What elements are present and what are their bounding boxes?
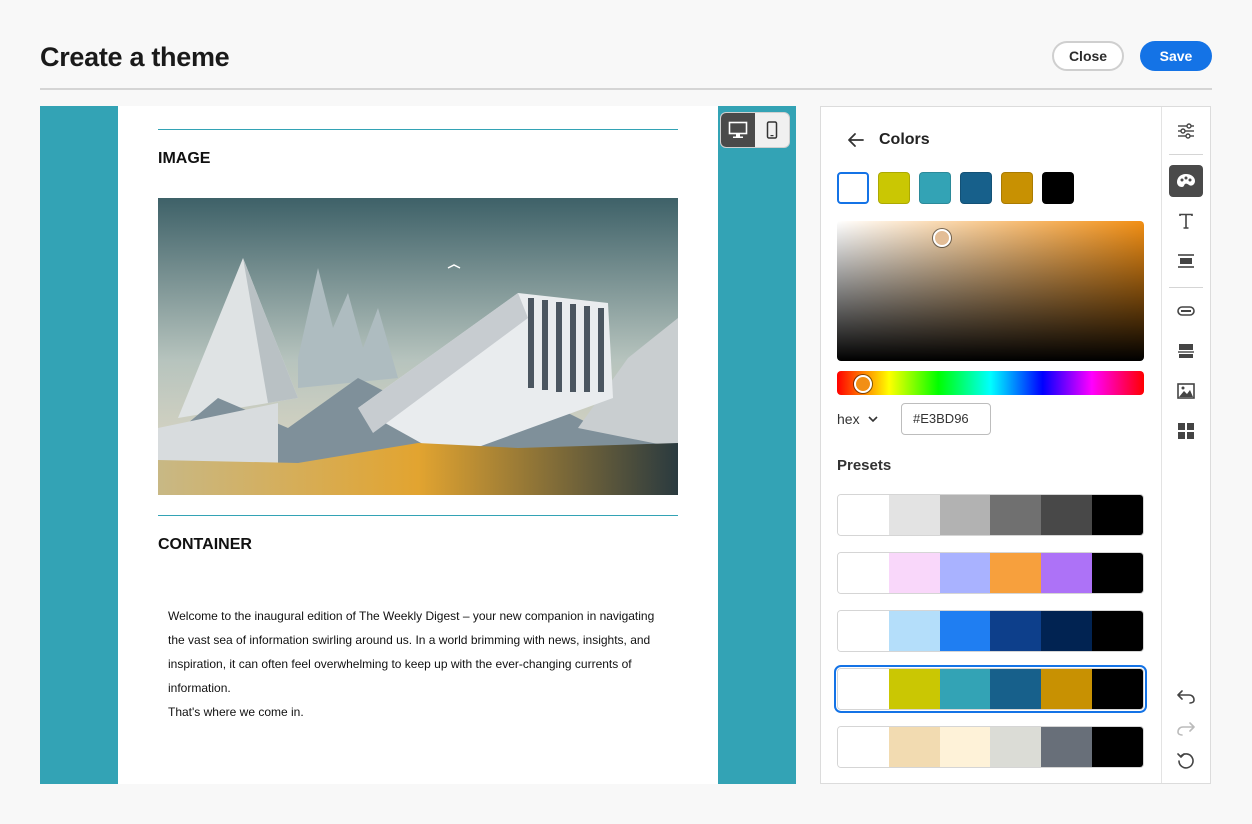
editor-toolbar [1161, 107, 1210, 783]
toolbar-divider [1169, 287, 1203, 288]
device-toggle [721, 113, 789, 147]
color-swatch[interactable] [878, 172, 910, 204]
undo-icon [1177, 690, 1195, 704]
save-button[interactable]: Save [1140, 41, 1212, 71]
preset-color-chip [888, 553, 940, 593]
preset-color-chip [888, 727, 940, 767]
button-icon [1177, 306, 1195, 316]
preset-color-chip [1092, 611, 1143, 651]
preset-color-chip [838, 611, 889, 651]
settings-button[interactable] [1169, 115, 1203, 147]
image-style-button[interactable] [1169, 375, 1203, 407]
hue-slider[interactable] [837, 371, 1144, 395]
color-swatch[interactable] [1042, 172, 1074, 204]
theme-swatches [837, 172, 1074, 204]
preset-color-chip [990, 669, 1042, 709]
desktop-view-button[interactable] [721, 113, 755, 147]
colors-button[interactable] [1169, 165, 1203, 197]
divider [158, 129, 678, 130]
colors-panel: Colors hex #E3BD96 Presets [821, 107, 1162, 783]
container-button[interactable] [1169, 335, 1203, 367]
reset-icon [1177, 753, 1194, 769]
preset-color-chip [838, 727, 889, 767]
saturation-value-picker[interactable] [837, 221, 1144, 361]
hue-slider-handle[interactable] [854, 375, 872, 393]
preset-color-chip [888, 611, 940, 651]
preset-color-chip [939, 669, 991, 709]
preset-palette[interactable] [837, 552, 1144, 594]
divider-button[interactable] [1169, 245, 1203, 277]
toolbar-divider [1169, 154, 1203, 155]
reset-button[interactable] [1169, 745, 1203, 777]
preset-color-chip [939, 727, 991, 767]
container-section-heading: CONTAINER [158, 536, 252, 553]
preset-palette[interactable] [837, 494, 1144, 536]
chevron-down-icon [868, 416, 878, 423]
preset-color-chip [1092, 727, 1143, 767]
color-picker-handle[interactable] [933, 229, 951, 247]
color-swatch[interactable] [960, 172, 992, 204]
color-format-dropdown[interactable]: hex [837, 411, 878, 427]
container-icon [1178, 344, 1194, 358]
preset-color-chip [838, 669, 889, 709]
email-canvas: IMAGE CONTAINER Welcome to the inaugural… [40, 106, 796, 784]
preset-color-chip [1092, 669, 1143, 709]
grid-icon [1178, 423, 1194, 439]
preset-color-chip [939, 553, 991, 593]
theme-editor-panel: Colors hex #E3BD96 Presets [820, 106, 1211, 784]
preset-color-chip [1041, 669, 1093, 709]
divider [158, 515, 678, 516]
button-style-button[interactable] [1169, 295, 1203, 327]
preset-color-chip [990, 553, 1042, 593]
hero-image[interactable] [158, 198, 678, 495]
mobile-view-button[interactable] [755, 113, 789, 147]
preset-color-chip [1041, 727, 1093, 767]
palette-icon [1177, 174, 1195, 187]
color-format-label: hex [837, 411, 860, 427]
redo-button[interactable] [1169, 713, 1203, 745]
preset-color-chip [838, 553, 889, 593]
image-icon [1177, 383, 1195, 399]
container-body-text: Welcome to the inaugural edition of The … [168, 604, 668, 724]
preset-color-chip [1041, 553, 1093, 593]
preset-color-chip [1092, 495, 1143, 535]
typography-button[interactable] [1169, 205, 1203, 237]
preset-color-chip [939, 495, 991, 535]
presets-label: Presets [837, 457, 892, 474]
header: Create a theme Close Save [40, 40, 1212, 90]
preset-color-chip [939, 611, 991, 651]
preset-palette[interactable] [837, 610, 1144, 652]
preset-color-chip [990, 727, 1042, 767]
preset-color-chip [990, 495, 1042, 535]
close-button[interactable]: Close [1052, 41, 1124, 71]
divider-icon [1178, 254, 1194, 268]
preset-color-chip [1041, 611, 1093, 651]
hex-input[interactable]: #E3BD96 [901, 403, 991, 435]
preset-color-chip [888, 495, 940, 535]
preset-color-chip [1092, 553, 1143, 593]
body-paragraph: That's where we come in. [168, 705, 304, 719]
back-arrow-icon[interactable] [845, 129, 867, 151]
preset-color-chip [838, 495, 889, 535]
color-swatch[interactable] [1001, 172, 1033, 204]
undo-button[interactable] [1169, 681, 1203, 713]
text-icon [1179, 213, 1193, 229]
sliders-icon [1178, 123, 1194, 139]
desktop-icon [728, 121, 748, 138]
preset-palette[interactable] [834, 665, 1147, 713]
preset-color-chip [990, 611, 1042, 651]
body-paragraph: Welcome to the inaugural edition of The … [168, 609, 655, 695]
color-swatch[interactable] [919, 172, 951, 204]
preset-color-chip [1041, 495, 1093, 535]
image-section-heading: IMAGE [158, 150, 211, 167]
redo-icon [1177, 722, 1195, 736]
page-title: Create a theme [40, 42, 230, 72]
mobile-icon [766, 121, 778, 139]
email-preview: IMAGE CONTAINER Welcome to the inaugural… [118, 106, 718, 784]
color-swatch[interactable] [837, 172, 869, 204]
preset-color-chip [888, 669, 940, 709]
panel-title: Colors [879, 131, 930, 148]
layout-button[interactable] [1169, 415, 1203, 447]
preset-palette[interactable] [837, 726, 1144, 768]
